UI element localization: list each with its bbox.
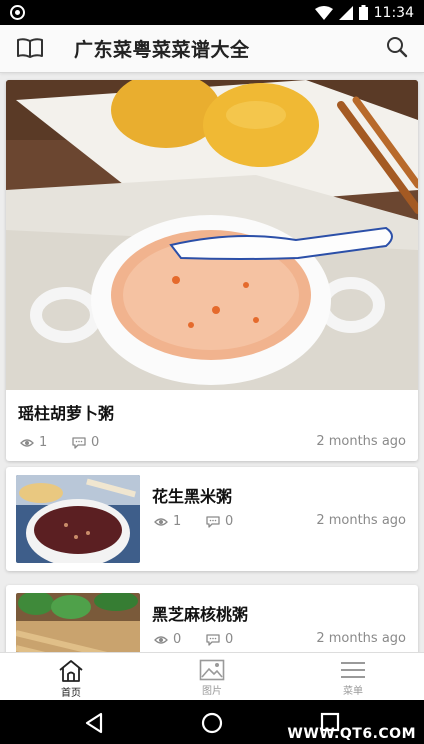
status-bar: 11:34 xyxy=(0,0,424,25)
clock: 11:34 xyxy=(373,4,414,21)
nav-menu-label: 菜单 xyxy=(343,686,363,697)
post-time: 2 months ago xyxy=(316,434,406,449)
signal-icon xyxy=(338,5,353,20)
nav-home-label: 首页 xyxy=(61,688,81,699)
nav-home[interactable]: 首页 xyxy=(21,653,121,701)
view-count: 1 xyxy=(20,435,47,450)
comment-count: 0 xyxy=(72,435,99,450)
recipe-thumbnail xyxy=(16,475,140,563)
menu-icon xyxy=(341,662,365,678)
view-count: 0 xyxy=(154,632,181,647)
post-time: 2 months ago xyxy=(316,631,406,646)
recipe-title: 花生黑米粥 xyxy=(152,487,233,506)
home-icon xyxy=(59,660,83,682)
bottom-navigation: 首页 图片 菜单 xyxy=(0,652,424,700)
eye-icon xyxy=(154,517,168,526)
nav-menu[interactable]: 菜单 xyxy=(303,653,403,701)
recipe-photo xyxy=(6,80,418,390)
recipe-thumbnail xyxy=(16,593,140,652)
comment-icon xyxy=(206,633,220,646)
recipe-list[interactable]: 瑶柱胡萝卜粥 1 0 2 months ago 花生黑米粥 1 0 2 mont… xyxy=(0,74,424,652)
book-icon[interactable] xyxy=(16,37,44,59)
comment-count-value: 0 xyxy=(225,514,234,529)
comment-icon xyxy=(72,436,86,449)
system-navigation-bar: WWW.QT6.COM xyxy=(0,700,424,744)
nav-images[interactable]: 图片 xyxy=(162,653,262,701)
home-button-icon[interactable] xyxy=(201,712,223,734)
app-bar: 广东菜粤菜菜谱大全 xyxy=(0,25,424,73)
recipe-card[interactable]: 花生黑米粥 1 0 2 months ago xyxy=(6,467,418,571)
comment-count: 0 xyxy=(206,514,233,529)
image-icon xyxy=(199,659,225,681)
watermark: WWW.QT6.COM xyxy=(287,726,416,742)
eye-icon xyxy=(20,438,34,447)
post-time: 2 months ago xyxy=(316,513,406,528)
search-icon[interactable] xyxy=(386,36,408,58)
view-count-value: 1 xyxy=(173,514,182,529)
status-icons: 11:34 xyxy=(314,3,414,22)
comment-icon xyxy=(206,515,220,528)
comment-count-value: 0 xyxy=(91,435,100,450)
app-title: 广东菜粤菜菜谱大全 xyxy=(74,39,250,61)
view-count: 1 xyxy=(154,514,181,529)
comment-count: 0 xyxy=(206,632,233,647)
back-icon[interactable] xyxy=(84,712,104,734)
nav-images-label: 图片 xyxy=(202,686,222,697)
comment-count-value: 0 xyxy=(225,632,234,647)
view-count-value: 1 xyxy=(39,435,48,450)
recipe-title: 黑芝麻核桃粥 xyxy=(152,605,249,624)
battery-icon xyxy=(358,5,368,20)
recipe-card[interactable]: 黑芝麻核桃粥 0 0 2 months ago xyxy=(6,585,418,652)
recipe-title: 瑶柱胡萝卜粥 xyxy=(18,404,115,423)
view-count-value: 0 xyxy=(173,632,182,647)
eye-icon xyxy=(154,635,168,644)
wifi-icon xyxy=(314,5,333,20)
recipe-card-featured[interactable]: 瑶柱胡萝卜粥 1 0 2 months ago xyxy=(6,80,418,461)
circle-notification-icon xyxy=(10,5,25,20)
